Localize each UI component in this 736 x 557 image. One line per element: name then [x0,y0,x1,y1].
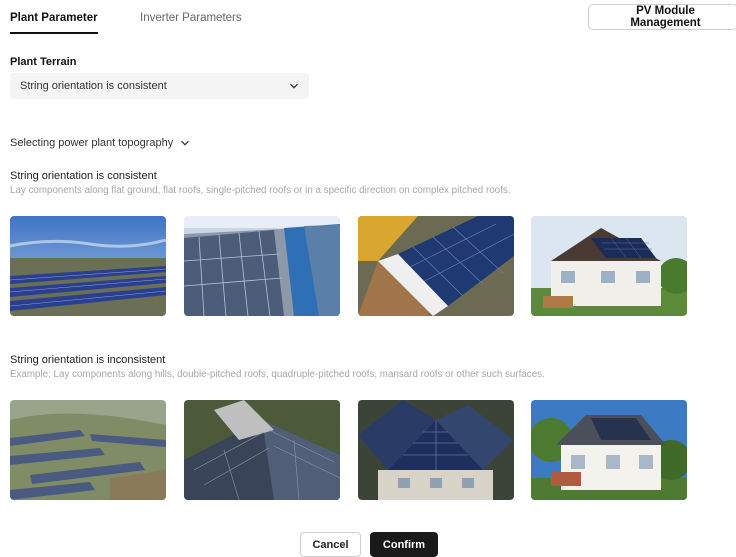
plant-terrain-value: String orientation is consistent [20,80,167,92]
double-pitched-roof-panels-image[interactable] [184,400,340,500]
plant-terrain-label: Plant Terrain [10,56,77,68]
hillside-solar-farm-image[interactable] [10,400,166,500]
chevron-down-icon [289,81,299,91]
tab-plant-parameter[interactable]: Plant Parameter [10,12,98,34]
single-pitched-roof-panels-image[interactable] [358,216,514,316]
consistent-title: String orientation is consistent [10,170,157,182]
cancel-button[interactable]: Cancel [300,532,361,557]
flat-roof-solar-array-image[interactable] [184,216,340,316]
tab-inverter-parameters[interactable]: Inverter Parameters [140,12,242,24]
plant-terrain-select[interactable]: String orientation is consistent [10,73,309,99]
house-pitched-roof-panels-image[interactable] [531,216,687,316]
chevron-down-icon [180,138,190,148]
quadruple-pitched-roof-panels-image[interactable] [358,400,514,500]
mansard-roof-house-image[interactable] [531,400,687,500]
flat-ground-solar-farm-image[interactable] [10,216,166,316]
tab-inverter-parameters-label: Inverter Parameters [140,12,242,24]
active-tab-indicator [10,32,98,34]
confirm-button[interactable]: Confirm [370,532,438,557]
topography-toggle[interactable]: Selecting power plant topography [10,137,190,149]
inconsistent-description: Example: Lay components along hills, dou… [10,369,545,380]
pv-module-management-button[interactable]: PV Module Management [588,4,736,30]
tab-plant-parameter-label: Plant Parameter [10,12,98,24]
topography-toggle-label: Selecting power plant topography [10,137,174,149]
consistent-description: Lay components along flat ground, flat r… [10,185,511,196]
inconsistent-title: String orientation is inconsistent [10,354,166,366]
